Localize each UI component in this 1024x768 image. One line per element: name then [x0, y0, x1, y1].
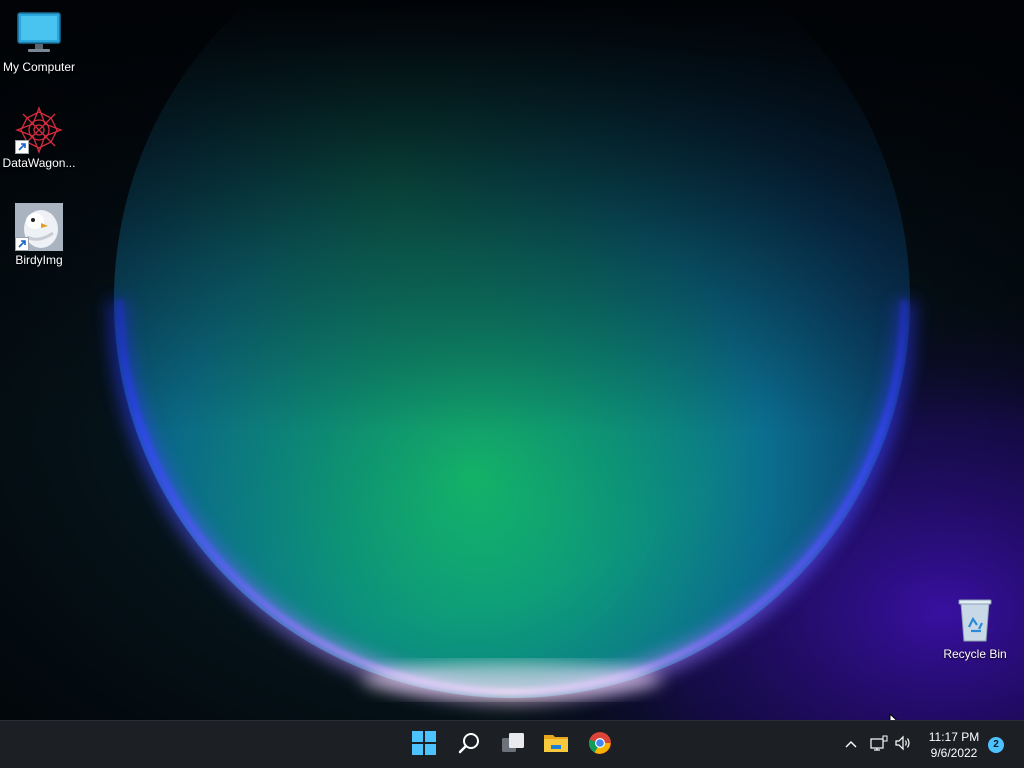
desktop-icon-label: Recycle Bin — [943, 647, 1007, 661]
desktop-icon-my-computer[interactable]: My Computer — [1, 10, 77, 74]
desktop-icon-label: My Computer — [2, 60, 76, 74]
notification-badge[interactable]: 2 — [988, 737, 1004, 753]
desktop[interactable]: My Computer DataWagon... BirdyImg Recycl… — [0, 0, 1024, 720]
birdyimg-app-icon — [15, 203, 63, 251]
shortcut-arrow-icon — [15, 140, 29, 154]
folder-icon — [543, 731, 569, 760]
chevron-up-icon — [844, 736, 858, 754]
mouse-cursor-icon — [889, 712, 903, 720]
chrome-icon — [588, 731, 612, 760]
wallpaper — [0, 0, 1024, 720]
clock-time: 11:17 PM — [928, 730, 980, 744]
network-icon — [870, 735, 888, 756]
recycle-bin-icon — [951, 597, 999, 645]
desktop-icon-recycle-bin[interactable]: Recycle Bin — [937, 597, 1013, 661]
taskbar: 11:17 PM 9/6/2022 2 — [0, 720, 1024, 768]
chrome-button[interactable] — [582, 727, 618, 763]
search-button[interactable] — [451, 727, 487, 763]
windows-logo-icon — [412, 730, 436, 760]
start-button[interactable] — [406, 727, 442, 763]
desktop-icon-birdyimg[interactable]: BirdyImg — [1, 203, 77, 267]
clock[interactable]: 11:17 PM 9/6/2022 — [922, 729, 986, 761]
clock-date: 9/6/2022 — [930, 746, 978, 760]
notification-count: 2 — [993, 739, 999, 750]
network-button[interactable] — [868, 733, 890, 757]
task-view-icon — [500, 731, 526, 760]
desktop-icon-datawagon[interactable]: DataWagon... — [1, 106, 77, 170]
file-explorer-button[interactable] — [538, 727, 574, 763]
task-view-button[interactable] — [495, 727, 531, 763]
desktop-icon-label: DataWagon... — [2, 156, 76, 170]
datawagon-app-icon — [15, 106, 63, 154]
show-hidden-icons-button[interactable] — [840, 733, 862, 757]
desktop-icon-label: BirdyImg — [15, 253, 63, 267]
monitor-icon — [15, 10, 63, 58]
shortcut-arrow-icon — [15, 237, 29, 251]
search-icon — [457, 731, 481, 760]
volume-icon — [894, 735, 912, 756]
volume-button[interactable] — [892, 733, 914, 757]
